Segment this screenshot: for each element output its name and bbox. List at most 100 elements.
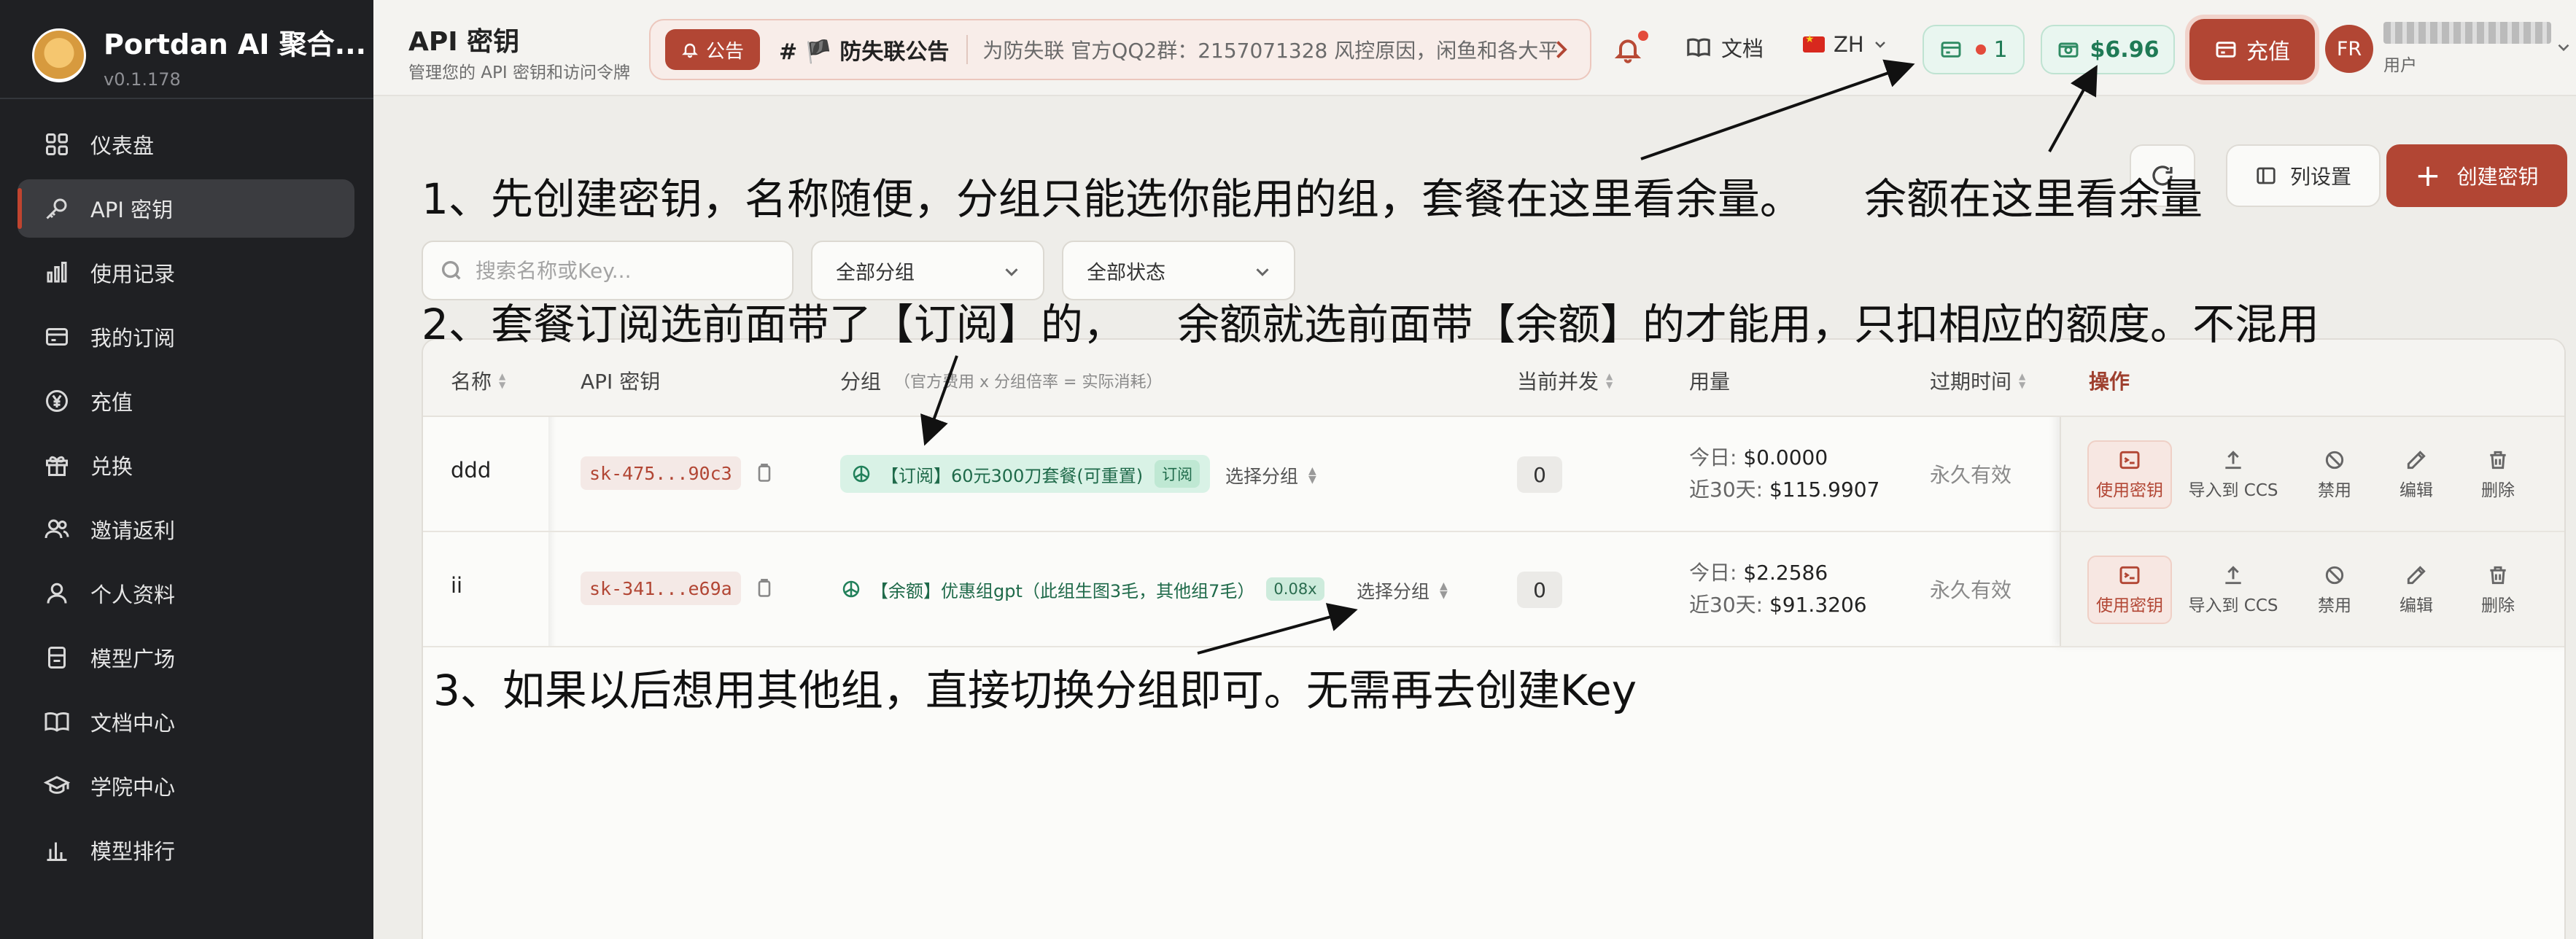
month-label: 近30天: (1689, 593, 1764, 617)
column-settings-label: 列设置 (2289, 165, 2351, 189)
china-flag-icon (1803, 34, 1825, 52)
column-header-label: API 密钥 (581, 370, 661, 394)
page-subtitle: 管理您的 API 密钥和访问令牌 (408, 63, 631, 82)
sidebar-item-model-market[interactable]: 模型广场 (18, 628, 354, 687)
group-tag: 【订阅】60元300刀套餐(可重置) 订阅 (840, 455, 1211, 493)
bar-chart-icon (42, 258, 71, 287)
delete-button[interactable]: 删除 (2458, 440, 2538, 509)
notification-dot (1638, 31, 1648, 41)
terminal-icon (2119, 566, 2140, 585)
select-group-label: 选择分组 (1357, 581, 1430, 602)
expiry-value: 永久有效 (1930, 463, 2012, 487)
docs-button[interactable]: 文档 (1686, 32, 1764, 63)
today-label: 今日: (1689, 561, 1737, 585)
sidebar-divider (0, 98, 373, 99)
subscription-pill[interactable]: 1 (1923, 25, 2025, 74)
edit-button[interactable]: 编辑 (2376, 440, 2456, 509)
sidebar-item-api-keys[interactable]: API 密钥 (18, 179, 354, 238)
edit-icon (2407, 451, 2426, 470)
select-group-label: 选择分组 (1225, 466, 1299, 487)
recharge-label: 充值 (2246, 39, 2290, 65)
brand[interactable]: Portdan AI 聚合... v0.1.178 (32, 19, 366, 92)
announcement-title: # 🏴 防失联公告 (779, 39, 950, 65)
language-label: ZH (1834, 32, 1864, 57)
sidebar-item-usage[interactable]: 使用记录 (18, 243, 354, 302)
chevron-right-icon[interactable] (1548, 36, 1574, 63)
sidebar-item-academy[interactable]: 学院中心 (18, 757, 354, 815)
usage-summary: 今日: $0.0000 近30天: $115.9907 (1689, 442, 1879, 506)
column-settings-button[interactable]: 列设置 (2226, 144, 2381, 207)
sidebar-item-label: 模型广场 (90, 647, 176, 671)
chevron-down-icon (1874, 42, 1885, 48)
bell-icon (682, 43, 698, 58)
columns-icon (2257, 167, 2276, 184)
disable-button[interactable]: 禁用 (2294, 440, 2375, 509)
announcement-text: 为防失联 官方QQ2群：2157071328 风控原因，闲鱼和各大平... (966, 35, 1557, 64)
import-ccs-button[interactable]: 导入到 CCS (2182, 440, 2284, 509)
search-input[interactable] (476, 258, 782, 283)
disable-button[interactable]: 禁用 (2294, 556, 2375, 624)
balance-pill[interactable]: $6.96 (2041, 25, 2175, 74)
language-selector[interactable]: ZH (1803, 32, 1889, 57)
announcement-badge-label: 公告 (706, 40, 745, 63)
yen-icon (42, 386, 71, 416)
announcement-bar[interactable]: 公告 # 🏴 防失联公告 为防失联 官方QQ2群：2157071328 风控原因… (649, 19, 1591, 80)
sidebar-item-docs[interactable]: 文档中心 (18, 693, 354, 751)
user-role: 用户 (2383, 56, 2417, 75)
select-group-dropdown[interactable]: 选择分组 ▲ ▼ (1357, 577, 1448, 604)
annotation-balance: 余额在这里看余量 (1864, 174, 2203, 224)
copy-icon[interactable] (754, 462, 776, 484)
column-header-group: 分组 （官方费用 x 分组倍率 = 实际消耗） (840, 366, 1162, 395)
sidebar-item-redeem[interactable]: 兑换 (18, 436, 354, 494)
sidebar-item-label: 文档中心 (90, 711, 176, 736)
edit-button[interactable]: 编辑 (2376, 556, 2456, 624)
concurrency-value: 0 (1517, 572, 1562, 608)
create-key-button[interactable]: + 创建密钥 (2386, 144, 2567, 207)
column-header-name[interactable]: 名称 ▲ ▼ (451, 366, 505, 395)
annotation-step-2: 2、套餐订阅选前面带了【订阅】的， (422, 300, 1125, 349)
card-icon (2216, 42, 2236, 58)
sidebar-item-subscriptions[interactable]: 我的订阅 (18, 308, 354, 366)
month-label: 近30天: (1689, 478, 1764, 502)
sidebar-item-label: 充值 (90, 390, 133, 415)
copy-icon[interactable] (754, 577, 776, 599)
upload-icon (2225, 451, 2241, 470)
delete-button[interactable]: 删除 (2458, 556, 2538, 624)
ban-icon (2325, 451, 2344, 470)
sidebar-item-label: API 密钥 (90, 198, 174, 222)
sidebar-item-label: 个人资料 (90, 583, 176, 607)
sidebar-item-profile[interactable]: 个人资料 (18, 564, 354, 623)
app-version: v0.1.178 (104, 69, 181, 90)
sidebar-item-recharge[interactable]: 充值 (18, 372, 354, 430)
avatar[interactable]: FR (2325, 25, 2373, 73)
user-icon (42, 579, 71, 608)
column-header-expiry[interactable]: 过期时间 ▲ ▼ (1930, 366, 2025, 395)
recharge-button[interactable]: 充值 (2189, 19, 2315, 80)
api-key-value: sk-341...e69a (581, 572, 741, 605)
table-row: ii sk-341...e69a 【余额】优惠组gpt（此组生图3毛，其他组7毛… (423, 532, 2564, 647)
select-group-dropdown[interactable]: 选择分组 ▲ ▼ (1225, 462, 1316, 488)
sidebar-item-label: 仪表盘 (90, 133, 155, 158)
sidebar-item-referral[interactable]: 邀请返利 (18, 500, 354, 558)
upload-icon (2225, 566, 2241, 585)
import-ccs-button[interactable]: 导入到 CCS (2182, 556, 2284, 624)
sidebar-item-ranking[interactable]: 模型排行 (18, 821, 354, 879)
month-usage: $115.9907 (1769, 478, 1880, 502)
use-key-button[interactable]: 使用密钥 (2087, 440, 2172, 509)
notifications-button[interactable] (1613, 31, 1651, 69)
column-header-label: 当前并发 (1517, 370, 1599, 394)
column-header-concurrency[interactable]: 当前并发 ▲ ▼ (1517, 366, 1613, 395)
column-header-actions: 操作 (2089, 366, 2130, 395)
column-header-label: 过期时间 (1930, 370, 2012, 394)
announcement-badge: 公告 (665, 29, 761, 70)
disable-label: 禁用 (2318, 596, 2351, 615)
status-dot (1976, 44, 1987, 55)
sidebar-item-label: 兑换 (90, 454, 133, 479)
sidebar-item-label: 模型排行 (90, 839, 176, 864)
sidebar: Portdan AI 聚合... v0.1.178 仪表盘 API 密钥 使用记… (0, 0, 373, 939)
chevron-down-icon[interactable] (2554, 38, 2573, 57)
use-key-button[interactable]: 使用密钥 (2087, 556, 2172, 624)
sidebar-item-dashboard[interactable]: 仪表盘 (18, 115, 354, 174)
key-name: ii (451, 573, 463, 598)
usage-summary: 今日: $2.2586 近30天: $91.3206 (1689, 557, 1867, 621)
